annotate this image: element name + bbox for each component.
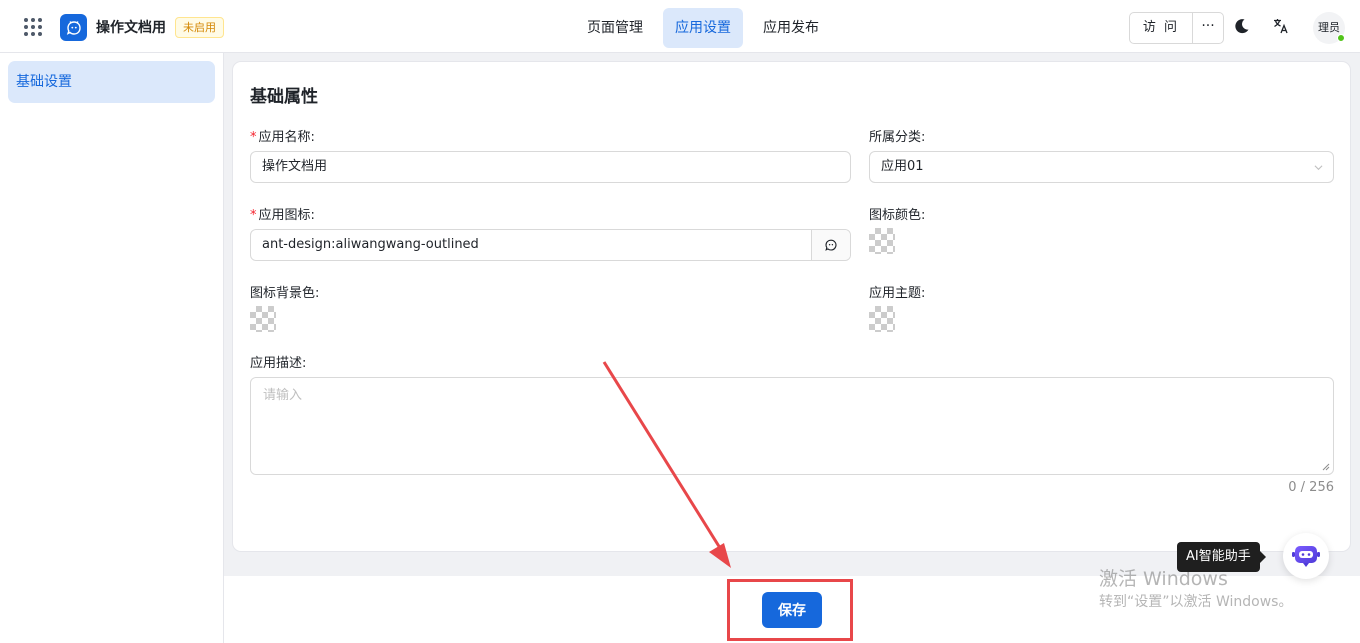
app-icon-value: ant-design:aliwangwang-outlined [262,237,479,252]
ai-assistant-tooltip: AI智能助手 [1177,542,1266,572]
visit-button[interactable]: 访 问 [1130,13,1193,43]
ai-assistant-tooltip-text: AI智能助手 [1186,549,1251,564]
tab-page-management[interactable]: 页面管理 [575,8,655,48]
avatar-text: 理员 [1318,21,1340,34]
sidebar: 基础设置 [0,53,224,643]
sidebar-item-basic-settings[interactable]: 基础设置 [8,61,215,103]
section-title: 基础属性 [250,87,318,107]
app-name-label: * 应用名称: [250,130,315,145]
category-label: 所属分类: [869,130,926,145]
chevron-down-icon [1314,165,1323,171]
app-title: 操作文档用 [96,20,166,36]
ai-assistant-button[interactable] [1283,533,1329,579]
icon-color-picker[interactable] [869,228,895,254]
description-label: 应用描述: [250,356,307,371]
avatar[interactable]: 理员 [1313,12,1345,44]
translate-icon[interactable] [1272,17,1292,37]
activation-watermark-subtitle: 转到“设置”以激活 Windows。 [1099,594,1293,610]
icon-bg-color-label: 图标背景色: [250,286,320,301]
icon-bg-color-picker[interactable] [250,306,276,332]
app-icon-label: * 应用图标: [250,208,315,223]
online-status-dot [1337,34,1345,42]
annotation-highlight-box [727,579,853,641]
icon-color-label: 图标颜色: [869,208,926,223]
app-icon-input[interactable]: ant-design:aliwangwang-outlined [250,229,851,261]
robot-icon [1292,546,1320,567]
category-select[interactable]: 应用01 [869,151,1334,183]
required-mark: * [250,130,257,145]
description-placeholder: 请输入 [263,388,303,403]
tab-app-settings[interactable]: 应用设置 [663,8,743,48]
status-badge: 未启用 [175,17,224,38]
aliwangwang-icon [825,239,837,251]
visit-button-group: 访 问 ··· [1129,12,1224,44]
basic-properties-card: 基础属性 * 应用名称: 操作文档用 所属分类: 应用01 * 应用图标: ant-… [232,61,1351,552]
category-value: 应用01 [881,159,924,174]
description-textarea[interactable]: 请输入 [250,377,1334,475]
app-theme-picker[interactable] [869,306,895,332]
tooltip-caret [1259,551,1266,563]
apps-grid-icon[interactable] [24,18,43,37]
app-name-input[interactable]: 操作文档用 [250,151,851,183]
character-counter: 0 / 256 [1288,480,1334,495]
tab-app-publish[interactable]: 应用发布 [751,8,831,48]
more-button[interactable]: ··· [1193,13,1223,43]
moon-icon[interactable] [1233,17,1253,37]
top-header: 操作文档用 未启用 页面管理 应用设置 应用发布 访 问 ··· 理员 [0,0,1360,53]
aliwangwang-icon [60,14,87,41]
required-mark: * [250,208,257,223]
icon-picker-button[interactable] [811,230,850,260]
app-theme-label: 应用主题: [869,286,926,301]
resize-grip-icon[interactable] [1322,463,1330,471]
